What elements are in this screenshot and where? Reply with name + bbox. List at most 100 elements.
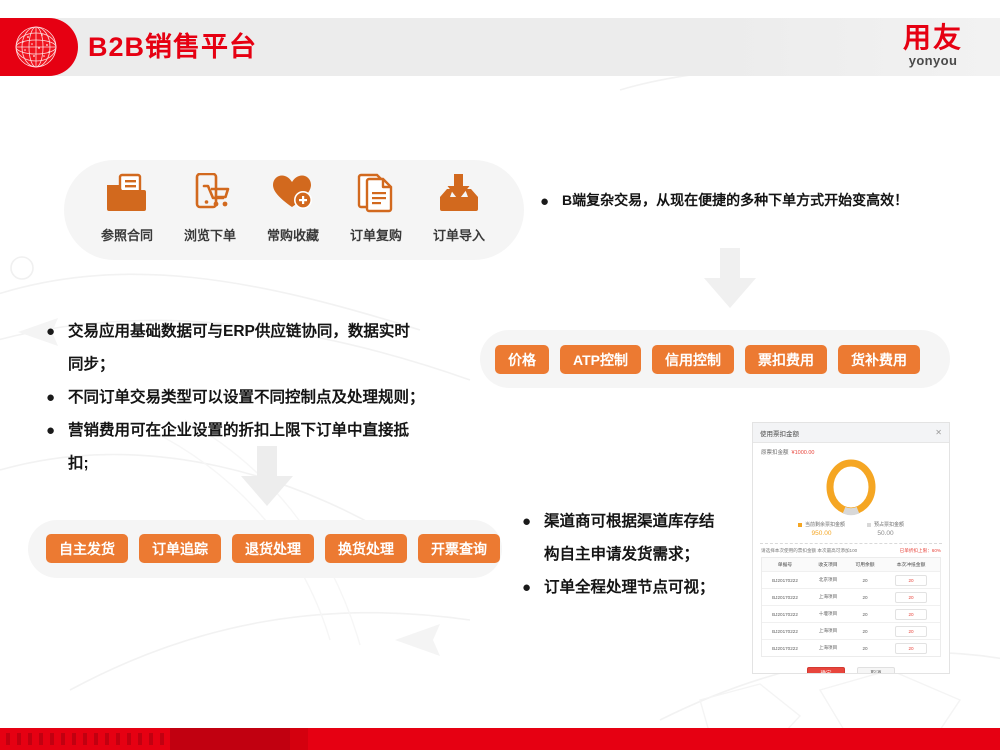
footer-tick-pattern <box>6 733 164 745</box>
table-row: BJ20170222 上海项目 20 20 <box>762 640 940 656</box>
tag-invoice-deduction-fee[interactable]: 票扣费用 <box>744 345 827 374</box>
table-header-row: 单据号 收支项目 可用余额 本次冲抵金额 <box>762 558 940 572</box>
mobile-cart-icon <box>171 168 249 218</box>
confirm-button[interactable]: 确定 <box>807 667 845 673</box>
heart-plus-icon <box>254 168 332 218</box>
bullet-marker: ● <box>46 422 56 439</box>
bullet-marker: ● <box>522 513 532 530</box>
column-header: 本次冲抵金额 <box>896 563 926 568</box>
cell-amount: 20 <box>882 608 940 620</box>
cell-balance: 20 <box>862 628 868 634</box>
tag-price[interactable]: 价格 <box>495 345 549 374</box>
icon-item-contract[interactable]: 参照合同 <box>88 168 166 244</box>
bullet-item: ● 渠道商可根据渠道库存结 <box>522 508 767 535</box>
amount-input[interactable]: 20 <box>895 608 927 620</box>
subtitle-amount: ¥1000.00 <box>791 450 815 456</box>
bullet-text: 渠道商可根据渠道库存结 <box>544 513 715 530</box>
cell-project: 上海项目 <box>818 645 838 650</box>
icon-item-reorder[interactable]: 订单复购 <box>337 168 415 244</box>
bullet-text: 交易应用基础数据可与ERP供应链协同，数据实时 <box>68 323 410 340</box>
footer-bar <box>0 728 1000 750</box>
icon-item-import[interactable]: 订单导入 <box>420 168 498 244</box>
cell-project: 十堰项目 <box>818 611 838 616</box>
bullet-text: 同步； <box>68 356 115 373</box>
down-arrow-right <box>700 248 760 315</box>
note-left: 请选择本次使用的票扣金额 本次最高可添加100 <box>761 548 858 553</box>
donut-legend: 当前剩余票扣金额 950.00 预占票扣金额 50.00 <box>753 521 949 537</box>
legend-label: 当前剩余票扣金额 <box>804 522 845 528</box>
cell-doc-no: BJ20170222 <box>772 577 798 583</box>
legend-key: 预占票扣金额 <box>867 521 904 528</box>
bullet-item: ● 不同订单交易类型可以设置不同控制点及处理规则； <box>46 384 516 411</box>
tag-self-shipping[interactable]: 自主发货 <box>46 534 128 563</box>
cell-project: 上海项目 <box>818 594 838 599</box>
logo-english: yonyou <box>908 53 958 68</box>
icon-item-browse-order[interactable]: 浏览下单 <box>171 168 249 244</box>
close-icon[interactable]: ✕ <box>935 428 942 437</box>
legend-key: 当前剩余票扣金额 <box>797 521 845 528</box>
modal-header: 使用票扣金额 ✕ <box>753 423 949 443</box>
cell-balance: 20 <box>862 645 868 651</box>
logo-chinese: 用友 <box>902 22 963 53</box>
column-header: 单据号 <box>777 563 793 568</box>
amount-input[interactable]: 20 <box>895 642 927 654</box>
donut-chart <box>753 458 949 516</box>
icon-label: 参照合同 <box>100 228 153 243</box>
cell-amount: 20 <box>882 642 940 654</box>
tag-return-processing[interactable]: 退货处理 <box>232 534 314 563</box>
cell-amount: 20 <box>882 574 940 586</box>
tag-exchange-processing[interactable]: 换货处理 <box>325 534 407 563</box>
icon-label: 浏览下单 <box>183 228 236 243</box>
table-row: BJ20170222 上海项目 20 20 <box>762 623 940 640</box>
order-method-icon-row: 参照合同 浏览下单 常购收藏 订单复购 订单导入 <box>88 168 498 260</box>
bullet-item: ● B端复杂交易，从现在便捷的多种下单方式开始变高效！ <box>540 188 980 215</box>
column-header: 收支项目 <box>818 563 838 568</box>
bullet-marker: ● <box>540 193 550 210</box>
bullet-item-continuation: 构自主申请发货需求； <box>522 541 767 568</box>
tag-atp-control[interactable]: ATP控制 <box>560 345 641 374</box>
subtitle-label: 原票扣金额 <box>761 450 789 456</box>
legend-value: 50.00 <box>877 530 894 537</box>
amount-input[interactable]: 20 <box>895 625 927 637</box>
yonyou-logo: 用友 yonyou <box>884 22 982 68</box>
footer-dark-segment-2 <box>290 728 308 750</box>
icon-label: 订单导入 <box>432 228 485 243</box>
bullet-text: 扣; <box>68 455 89 472</box>
cell-amount: 20 <box>882 591 940 603</box>
deduction-table: 单据号 收支项目 可用余额 本次冲抵金额 BJ20170222 北京项目 20 … <box>761 557 941 657</box>
table-row: BJ20170222 十堰项目 20 20 <box>762 606 940 623</box>
bullet-item-continuation: 同步； <box>46 351 516 378</box>
folder-contract-icon <box>88 168 166 218</box>
bullet-item: ● 营销费用可在企业设置的折扣上限下订单中直接抵 <box>46 417 516 444</box>
cancel-button[interactable]: 取消 <box>857 667 895 673</box>
tag-credit-control[interactable]: 信用控制 <box>651 345 734 374</box>
bullet-marker: ● <box>522 579 532 596</box>
tag-order-tracking[interactable]: 订单追踪 <box>139 534 221 563</box>
cell-doc-no: BJ20170222 <box>772 611 798 617</box>
icon-label: 常购收藏 <box>266 228 319 243</box>
tag-row-fulfillment: 自主发货 订单追踪 退货处理 换货处理 开票查询 <box>46 534 511 563</box>
down-arrow-left <box>238 446 296 513</box>
table-row: BJ20170222 上海项目 20 20 <box>762 589 940 606</box>
bullet-text: 营销费用可在企业设置的折扣上限下订单中直接抵 <box>68 422 410 439</box>
bullet-marker: ● <box>46 389 56 406</box>
cell-doc-no: BJ20170222 <box>772 594 798 600</box>
tag-row-control-points: 价格 ATP控制 信用控制 票扣费用 货补费用 <box>495 345 931 374</box>
download-inbox-icon <box>420 168 498 218</box>
cell-amount: 20 <box>882 625 940 637</box>
legend-item-remaining: 当前剩余票扣金额 950.00 <box>797 521 845 537</box>
product-screenshot-panel: 使用票扣金额 ✕ 原票扣金额 ¥1000.00 当前剩余票扣金额 950.00 <box>752 422 950 674</box>
tag-invoice-query[interactable]: 开票查询 <box>418 534 500 563</box>
cell-project: 上海项目 <box>818 628 838 633</box>
bullet-marker: ● <box>46 323 56 340</box>
modal-subtitle: 原票扣金额 ¥1000.00 <box>753 443 949 456</box>
tag-goods-subsidy-fee[interactable]: 货补费用 <box>837 345 920 374</box>
bullet-list-top: ● B端复杂交易，从现在便捷的多种下单方式开始变高效！ <box>540 188 980 221</box>
cell-balance: 20 <box>862 611 868 617</box>
bullet-list-right: ● 渠道商可根据渠道库存结 构自主申请发货需求； ● 订单全程处理节点可视； <box>522 508 767 607</box>
icon-label: 订单复购 <box>349 228 402 243</box>
icon-item-favorites[interactable]: 常购收藏 <box>254 168 332 244</box>
amount-input[interactable]: 20 <box>895 574 927 586</box>
modal-title: 使用票扣金额 <box>760 430 799 438</box>
amount-input[interactable]: 20 <box>895 591 927 603</box>
